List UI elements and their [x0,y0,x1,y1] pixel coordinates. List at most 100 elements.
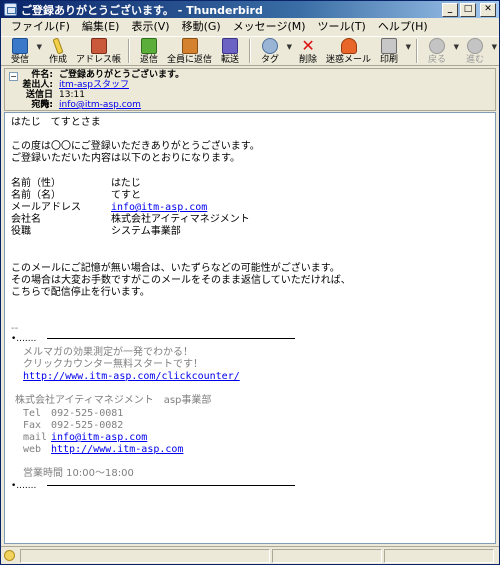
menu-bar: ファイル(F) 編集(E) 表示(V) 移動(G) メッセージ(M) ツール(T… [1,18,499,36]
promo-url-link[interactable]: http://www.itm-asp.com/clickcounter/ [23,371,240,382]
forward-arrow-icon [467,38,484,54]
thunderbird-window: ご登録ありがとうございます。 - Thunderbird _ □ ✕ ファイル(… [0,0,500,565]
company-line: 株式会社アイティマネジメント asp事業部 [15,395,212,406]
chevron-down-icon[interactable]: ▼ [492,43,497,51]
field-label: 名前（名） [11,190,61,201]
menu-view[interactable]: 表示(V) [125,18,175,36]
forward-button[interactable]: 転送 [215,37,245,66]
reply-label: 返信 [140,55,159,65]
intro-line-2: ご登録いただいた内容は以下のとおりになります。 [11,153,240,164]
inbox-arrow-icon [12,38,28,54]
menu-message[interactable]: メッセージ(M) [227,18,312,36]
fax-line: Fax 092-525-0082 [23,420,124,431]
note-line-2: その場合は大変お手数ですがこのメールをそのまま返信していただければ、 [11,275,351,286]
header-to-row: 宛先: info@itm-asp.com [19,100,141,110]
from-label: 差出人: [22,80,53,90]
to-value[interactable]: info@itm-asp.com [59,100,141,110]
collapse-toggle[interactable]: − [9,72,18,81]
status-bar [1,546,499,564]
compose-button[interactable]: 作成 [43,37,73,66]
sig-web-link[interactable]: http://www.itm-asp.com [51,444,183,455]
header-from-row: 差出人: itm-aspスタッフ [19,80,129,90]
signature-dots-bottom: •....... [11,481,37,491]
back-button[interactable]: 戻る ▼ [422,37,459,66]
field-value: システム事業部 [111,226,181,237]
back-label: 戻る [428,55,447,65]
delete-x-icon: ✕ [301,36,315,55]
status-progress-cell [272,548,382,563]
note-line-1: このメールにご記憶が無い場合は、いたずらなどの可能性がございます。 [11,263,340,274]
field-value: てすと [111,190,141,201]
chevron-down-icon[interactable]: ▼ [454,43,459,51]
menu-help[interactable]: ヘルプ(H) [372,18,434,36]
field-value: 株式会社アイティマネジメント [111,214,250,225]
junk-flame-icon [340,38,357,54]
address-book-label: アドレス帳 [76,55,122,65]
toolbar-separator [249,39,252,63]
intro-line-1: この度は〇〇にご登録いただきありがとうございます。 [11,141,260,152]
signature-rule-bottom [47,485,295,486]
reply-button[interactable]: 返信 [134,37,164,66]
menu-go[interactable]: 移動(G) [176,18,227,36]
forward-nav-label: 進む [466,55,485,65]
delete-button[interactable]: ✕ 削除 [293,37,323,66]
chevron-down-icon[interactable]: ▼ [37,43,42,51]
field-value: はたじ [111,178,141,189]
greeting: はたじ てすとさま [11,117,101,128]
chevron-down-icon[interactable]: ▼ [287,43,292,51]
back-arrow-icon [429,38,446,54]
subject-value: ご登録ありがとうございます。 [59,70,185,80]
note-line-3: こちらで配信停止を行います。 [11,287,150,298]
print-button[interactable]: 印刷 ▼ [374,37,411,66]
close-button[interactable]: ✕ [480,2,496,17]
minimize-button[interactable]: _ [442,2,458,17]
field-label: メールアドレス [11,202,81,213]
address-book-icon [90,38,107,54]
message-body[interactable]: はたじ てすとさま この度は〇〇にご登録いただきありがとうございます。 ご登録い… [4,112,496,544]
connection-status-icon [4,550,15,561]
status-extra-cell [384,548,494,563]
tag-label: タグ [261,55,280,65]
reply-all-label: 全員に返信 [167,55,213,65]
get-mail-button[interactable]: 受信 ▼ [5,37,42,66]
junk-label: 迷惑メール [326,55,372,65]
forward-nav-button[interactable]: 進む ▼ [460,37,497,66]
mail-label: mail [23,432,48,443]
message-header: − 件名: ご登録ありがとうございます。 差出人: itm-aspスタッフ 送信… [4,68,496,111]
header-date-row: 送信日時: 13:11 [19,90,85,110]
web-label: web [23,444,42,455]
tel-line: Tel 092-525-0081 [23,408,124,419]
window-title: ご登録ありがとうございます。 - Thunderbird [21,3,263,17]
pencil-icon [52,37,64,55]
menu-tools[interactable]: ツール(T) [312,18,372,36]
status-text-cell [20,548,270,563]
main-toolbar: 受信 ▼ 作成 アドレス帳 返信 全員に返信 転送 タグ ▼ ✕ 削除 迷惑メー… [1,36,499,66]
header-subject-row: 件名: ご登録ありがとうございます。 [19,70,184,80]
print-label: 印刷 [380,55,399,65]
delete-label: 削除 [299,55,318,65]
email-link[interactable]: info@itm-asp.com [111,202,207,213]
menu-edit[interactable]: 編集(E) [76,18,126,36]
forward-label: 転送 [221,55,240,65]
field-label: 会社名 [11,214,41,225]
promo-line-1: メルマガの効果測定が一発でわかる！ [23,347,193,358]
chevron-down-icon[interactable]: ▼ [406,43,411,51]
signature-dots-top: •....... [11,334,37,344]
title-bar: ご登録ありがとうございます。 - Thunderbird _ □ ✕ [1,1,499,18]
reply-all-button[interactable]: 全員に返信 [164,37,215,66]
reply-icon [141,38,158,54]
printer-icon [381,38,398,54]
promo-line-2: クリックカウンター無料スタートです！ [23,359,203,370]
tag-button[interactable]: タグ ▼ [255,37,292,66]
address-book-button[interactable]: アドレス帳 [73,37,124,66]
field-label: 名前（性） [11,178,61,189]
forward-mail-icon [222,38,239,54]
from-value[interactable]: itm-aspスタッフ [59,80,129,90]
maximize-button[interactable]: □ [460,2,476,17]
menu-file[interactable]: ファイル(F) [5,18,76,36]
get-mail-label: 受信 [10,55,29,65]
sig-mail-link[interactable]: info@itm-asp.com [51,432,147,443]
junk-button[interactable]: 迷惑メール [323,37,374,66]
tag-icon [262,38,279,54]
signature-rule-top [47,338,295,339]
